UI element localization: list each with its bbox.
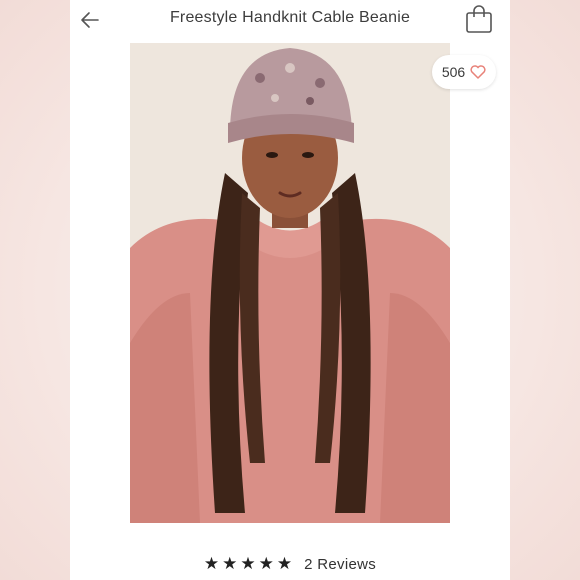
shopping-bag-icon[interactable] bbox=[464, 4, 494, 34]
like-button[interactable]: 506 bbox=[432, 55, 496, 89]
product-photo[interactable] bbox=[130, 43, 450, 523]
star-icon: ★ bbox=[222, 553, 238, 574]
star-icon: ★ bbox=[240, 553, 256, 574]
star-icon: ★ bbox=[258, 553, 274, 574]
rating-row: ★ ★ ★ ★ ★ 2 Reviews bbox=[70, 548, 510, 580]
star-rating: ★ ★ ★ ★ ★ bbox=[203, 553, 293, 574]
like-count: 506 bbox=[441, 64, 466, 80]
page-title: Freestyle Handknit Cable Beanie bbox=[169, 9, 411, 26]
star-icon: ★ bbox=[203, 553, 220, 574]
back-arrow-icon[interactable] bbox=[78, 8, 102, 32]
top-bar: Freestyle Handknit Cable Beanie bbox=[70, 0, 510, 40]
reviews-link[interactable]: 2 Reviews bbox=[304, 556, 376, 573]
heart-outline-icon bbox=[470, 65, 486, 79]
model-illustration bbox=[130, 43, 450, 523]
star-icon: ★ bbox=[276, 553, 293, 574]
